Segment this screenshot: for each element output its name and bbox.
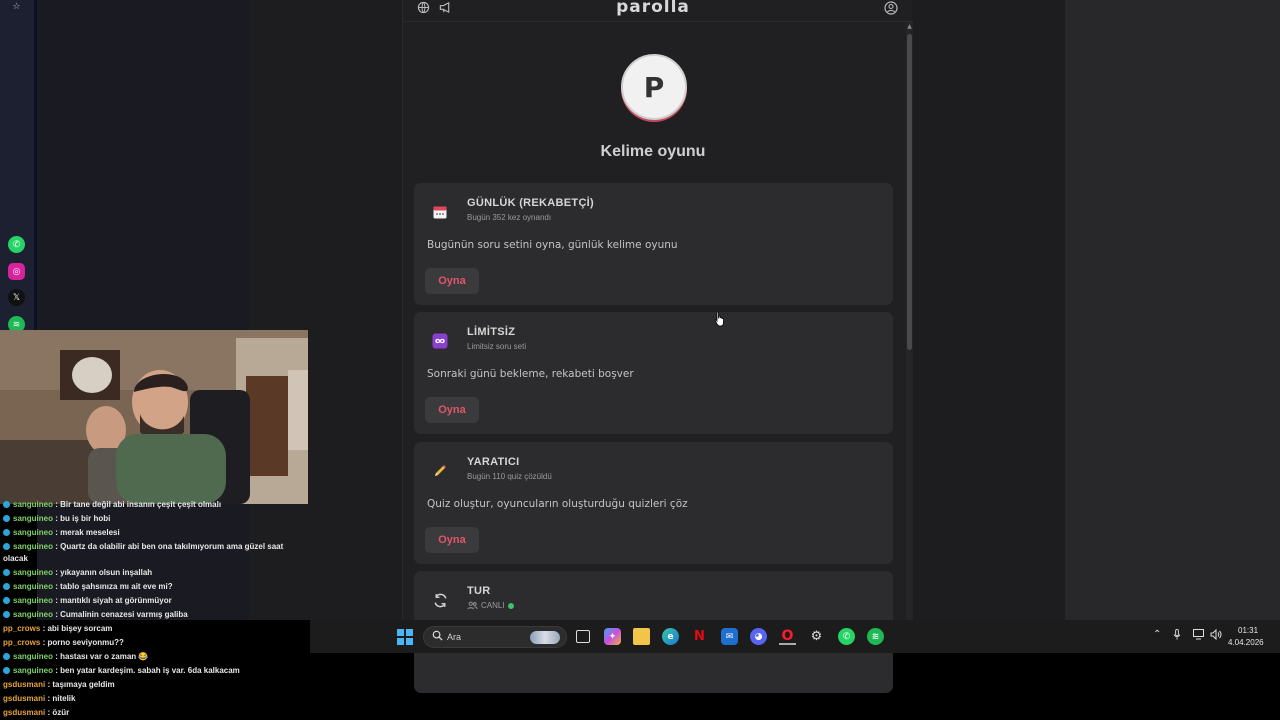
chat-badge-icon bbox=[3, 667, 10, 675]
chat-badge-icon bbox=[3, 597, 10, 605]
chat-badge-icon bbox=[3, 611, 10, 619]
card-title: TUR bbox=[467, 585, 491, 597]
chevron-up-icon[interactable]: ⌃ bbox=[1153, 629, 1161, 640]
chat-message: gsdusmani : özür bbox=[3, 708, 70, 717]
play-daily-button[interactable]: Oyna bbox=[425, 268, 479, 294]
spotify-taskbar-icon[interactable]: ≋ bbox=[867, 628, 884, 645]
chat-badge-icon bbox=[3, 583, 10, 591]
settings-app-icon[interactable]: ⚙ bbox=[808, 628, 825, 645]
chat-message: sanguineo : Cumalinin cenazesi varmış ga… bbox=[3, 610, 188, 619]
copilot-icon[interactable]: ✦ bbox=[604, 628, 621, 645]
page-title: Kelime oyunu bbox=[600, 143, 706, 160]
card-creative[interactable]: YARATICI Bugün 110 quiz çözüldü Quiz olu… bbox=[414, 442, 893, 564]
whatsapp-taskbar-icon[interactable]: ✆ bbox=[838, 628, 855, 645]
card-unlimited[interactable]: LİMİTSİZ Limitsiz soru seti Sonraki günü… bbox=[414, 312, 893, 434]
users-icon bbox=[467, 601, 478, 610]
pencil-icon bbox=[430, 461, 450, 481]
x-icon[interactable]: 𝕏 bbox=[8, 289, 25, 306]
netflix-icon[interactable]: N bbox=[691, 628, 708, 645]
card-subtitle: Limitsiz soru seti bbox=[467, 342, 527, 351]
volume-icon[interactable] bbox=[1210, 628, 1222, 643]
mail-icon[interactable]: ✉ bbox=[721, 628, 738, 645]
search-label: Ara bbox=[447, 632, 462, 642]
chat-message: sanguineo : hastası var o zaman 😂 bbox=[3, 652, 148, 661]
card-subtitle: Bugün 110 quiz çözüldü bbox=[467, 472, 552, 481]
chat-message: sanguineo : mantıklı siyah at görünmüyor bbox=[3, 596, 172, 605]
chat-badge-icon bbox=[3, 501, 10, 509]
chat-message: pp_crows : abi bişey sorcam bbox=[3, 624, 113, 633]
chat-message: sanguineo : merak meselesi bbox=[3, 528, 120, 537]
scroll-up-icon[interactable]: ▲ bbox=[906, 23, 913, 30]
live-label: CANLI bbox=[481, 601, 505, 610]
site-avatar: P bbox=[621, 54, 687, 120]
windows-start-icon[interactable] bbox=[397, 629, 413, 645]
refresh-icon bbox=[430, 590, 450, 610]
scroll-thumb[interactable] bbox=[907, 34, 912, 350]
live-dot-icon bbox=[507, 602, 514, 609]
whatsapp-icon[interactable]: ✆ bbox=[8, 236, 25, 253]
chat-message: sanguineo : yıkayanın olsun inşallah bbox=[3, 568, 152, 577]
taskbar-search[interactable]: Ara bbox=[423, 626, 567, 648]
site-logo[interactable]: parolla bbox=[403, 0, 903, 17]
site-header: parolla bbox=[403, 0, 913, 22]
task-view-icon[interactable] bbox=[576, 630, 590, 643]
card-subtitle: Bugün 352 kez oynandı bbox=[467, 213, 552, 222]
card-title: GÜNLÜK (REKABETÇİ) bbox=[467, 197, 595, 209]
chat-message: sanguineo : Bir tane değil abi insanın ç… bbox=[3, 500, 221, 509]
card-daily[interactable]: GÜNLÜK (REKABETÇİ) Bugün 352 kez oynandı… bbox=[414, 183, 893, 305]
search-icon bbox=[432, 630, 443, 644]
chat-message: sanguineo : ben yatar kardeşim. sabah iş… bbox=[3, 666, 240, 675]
chat-message: sanguineo : tablo şahsınıza mı ait eve m… bbox=[3, 582, 173, 591]
live-status: CANLI bbox=[467, 601, 514, 610]
chat-badge-icon bbox=[3, 529, 10, 537]
chat-message: olacak bbox=[3, 554, 28, 563]
chat-message: sanguineo : bu iş bir hobi bbox=[3, 514, 110, 523]
chat-message: pp_crows : porno seviyonmu?? bbox=[3, 638, 124, 647]
microphone-icon[interactable] bbox=[1173, 629, 1181, 643]
file-explorer-icon[interactable] bbox=[633, 628, 650, 645]
chat-message: gsdusmani : taşımaya geldim bbox=[3, 680, 115, 689]
chat-badge-icon bbox=[3, 653, 10, 661]
parolla-site: parolla ▲ P Kelime oyunu GÜNLÜK (REKABET… bbox=[402, 0, 913, 693]
user-icon[interactable] bbox=[884, 1, 898, 18]
infinity-icon bbox=[430, 331, 450, 351]
star-icon[interactable]: ☆ bbox=[8, 0, 25, 15]
stream-chat: sanguineo : Bir tane değil abi insanın ç… bbox=[0, 497, 310, 720]
clock-time[interactable]: 01:31 bbox=[1238, 626, 1258, 635]
calendar-icon bbox=[430, 202, 450, 222]
network-icon[interactable] bbox=[1193, 629, 1205, 643]
left-app-rail: ☆ ✆ ◎ 𝕏 ≋ bbox=[0, 0, 34, 333]
edge-icon[interactable]: e bbox=[662, 628, 679, 645]
right-background bbox=[1065, 0, 1280, 620]
card-description: Sonraki günü bekleme, rekabeti boşver bbox=[427, 368, 634, 380]
card-description: Bugünün soru setini oyna, günlük kelime … bbox=[427, 239, 678, 251]
card-title: YARATICI bbox=[467, 456, 520, 468]
play-creative-button[interactable]: Oyna bbox=[425, 527, 479, 553]
card-title: LİMİTSİZ bbox=[467, 326, 516, 338]
windows-taskbar: Ara ✦ e N ✉ ◕ O ⚙ ✆ ≋ ⌃ 01:31 4.04.2026 bbox=[310, 620, 1280, 653]
clock-date[interactable]: 4.04.2026 bbox=[1228, 638, 1264, 647]
chat-message: gsdusmani : nitelik bbox=[3, 694, 76, 703]
chat-badge-icon bbox=[3, 543, 10, 551]
chat-badge-icon bbox=[3, 515, 10, 523]
chat-badge-icon bbox=[3, 569, 10, 577]
instagram-icon[interactable]: ◎ bbox=[8, 263, 25, 280]
webcam-overlay bbox=[0, 330, 308, 504]
discord-icon[interactable]: ◕ bbox=[750, 628, 767, 645]
play-unlimited-button[interactable]: Oyna bbox=[425, 397, 479, 423]
chat-message: sanguineo : Quartz da olabilir abi ben o… bbox=[3, 542, 283, 551]
search-highlight-icon bbox=[530, 631, 560, 644]
scrollbar[interactable]: ▲ bbox=[906, 22, 913, 620]
hand-cursor-icon bbox=[714, 311, 726, 331]
opera-icon[interactable]: O bbox=[779, 628, 796, 645]
card-description: Quiz oluştur, oyuncuların oluşturduğu qu… bbox=[427, 498, 688, 510]
